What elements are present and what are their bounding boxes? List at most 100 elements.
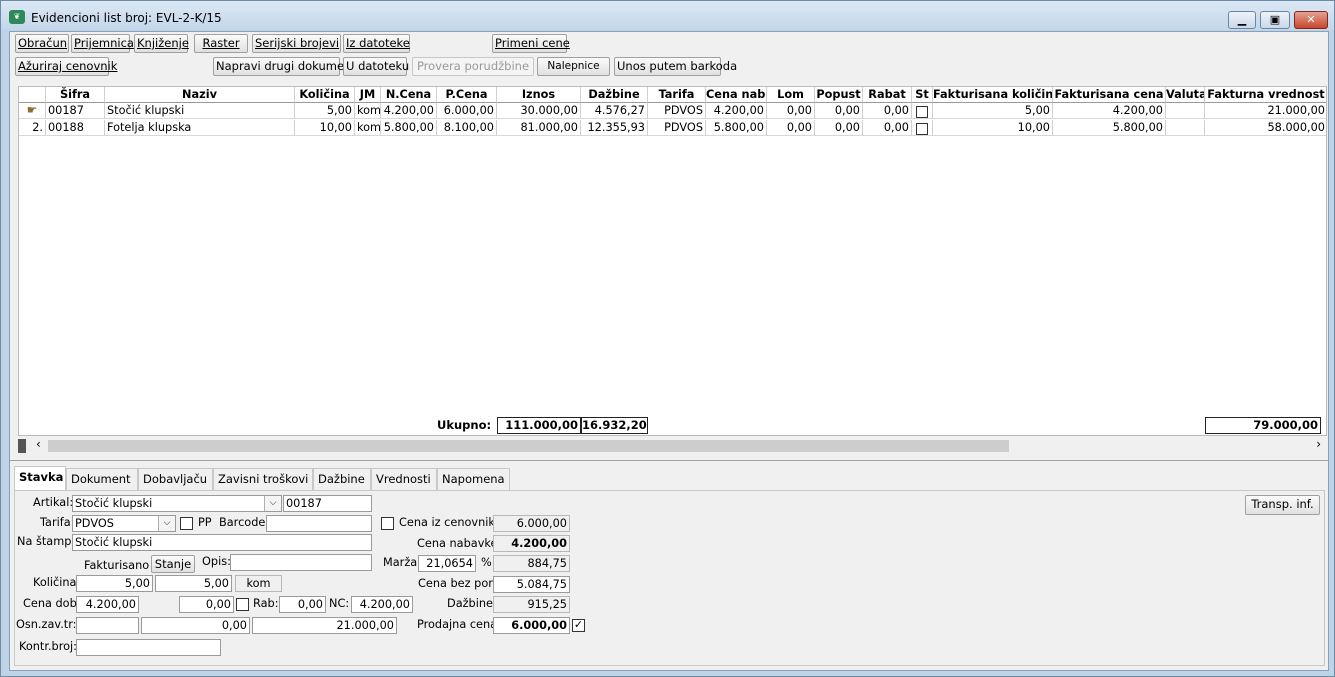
horizontal-scrollbar[interactable]: ‹ › bbox=[18, 437, 1327, 455]
cell-sifra[interactable]: 00188 bbox=[46, 120, 105, 136]
cell-jm[interactable]: kom bbox=[355, 103, 381, 119]
nc-field[interactable]: 4.200,00 bbox=[351, 596, 413, 613]
cell-lom[interactable]: 0,00 bbox=[767, 103, 815, 119]
tab-dokument[interactable]: Dokument bbox=[66, 468, 138, 490]
kontr-broj-field[interactable] bbox=[76, 639, 221, 656]
osn-zav-tr-field[interactable] bbox=[76, 617, 139, 634]
kolicina-field[interactable]: 5,00 bbox=[76, 575, 153, 592]
prodajna-cena-field[interactable]: 6.000,00 bbox=[493, 617, 570, 634]
cell-fakturisana-kolicina[interactable]: 5,00 bbox=[933, 103, 1053, 119]
azuriraj-cenovnik-button[interactable]: Ažuriraj cenovnik bbox=[15, 57, 117, 76]
scroll-right-icon[interactable]: › bbox=[1316, 437, 1321, 451]
artikal-select[interactable]: Stočić klupski ⌵ bbox=[72, 495, 282, 512]
cell-tarifa[interactable]: PDVOS bbox=[648, 120, 706, 136]
artikal-code-field[interactable]: 00187 bbox=[283, 495, 372, 512]
cell-kolicina[interactable]: 10,00 bbox=[295, 120, 355, 136]
col-header-tarifa[interactable]: Tarifa bbox=[648, 87, 706, 103]
raster-button[interactable]: Raster bbox=[194, 34, 248, 53]
cell-valuta[interactable] bbox=[1166, 120, 1205, 136]
osn-zav-tr-2-field[interactable]: 0,00 bbox=[141, 617, 250, 634]
cell-ncena[interactable]: 4.200,00 bbox=[381, 103, 437, 119]
cell-fakturisana-cena[interactable]: 5.800,00 bbox=[1053, 120, 1166, 136]
na-stampi-field[interactable]: Stočić klupski bbox=[72, 534, 372, 551]
u-datoteku-button[interactable]: U datoteku bbox=[343, 57, 409, 76]
osn-zav-tr-3-field[interactable]: 21.000,00 bbox=[252, 617, 397, 634]
cell-naziv[interactable]: Stočić klupski bbox=[105, 103, 295, 119]
iz-datoteke-button[interactable]: Iz datoteke bbox=[343, 34, 410, 53]
cell-rabat[interactable]: 0,00 bbox=[863, 120, 912, 136]
napravi-drugi-dokument-button[interactable]: Napravi drugi dokument bbox=[213, 57, 356, 76]
minimize-icon[interactable]: ▁ bbox=[1228, 11, 1256, 29]
cell-iznos[interactable]: 81.000,00 bbox=[497, 120, 581, 136]
cell-cena-nab[interactable]: 5.800,00 bbox=[706, 120, 767, 136]
prodajna-cena-checkbox[interactable]: ✓ bbox=[572, 619, 585, 632]
scroll-left-icon[interactable]: ‹ bbox=[36, 437, 41, 451]
barcode-field[interactable] bbox=[266, 515, 372, 532]
tab-dazbine[interactable]: Dažbine bbox=[313, 468, 371, 490]
kolicina-fakturisano-field[interactable]: 5,00 bbox=[155, 575, 232, 592]
cell-pcena[interactable]: 6.000,00 bbox=[437, 103, 497, 119]
col-header-fakturisana-kolicina[interactable]: Fakturisana količina bbox=[933, 87, 1053, 103]
close-icon[interactable]: ✕ bbox=[1294, 11, 1328, 29]
cena-dob-field[interactable]: 4.200,00 bbox=[76, 596, 139, 613]
col-header-st[interactable]: St bbox=[912, 87, 933, 103]
cell-lom[interactable]: 0,00 bbox=[767, 120, 815, 136]
cena-dob-2-field[interactable]: 0,00 bbox=[179, 596, 234, 613]
col-header-pcena[interactable]: P.Cena bbox=[437, 87, 497, 103]
cell-pcena[interactable]: 8.100,00 bbox=[437, 120, 497, 136]
knjizenje-button[interactable]: Knjiženje bbox=[134, 34, 189, 53]
tab-vrednosti[interactable]: Vrednosti bbox=[371, 468, 437, 490]
cell-jm[interactable]: kom bbox=[355, 120, 381, 136]
cell-iznos[interactable]: 30.000,00 bbox=[497, 103, 581, 119]
col-header-lom[interactable]: Lom bbox=[767, 87, 815, 103]
cena-iz-cenovnika-checkbox[interactable] bbox=[381, 517, 394, 530]
cell-fakturna-vrednost[interactable]: 58.000,00 bbox=[1205, 120, 1326, 136]
cell-dazbine[interactable]: 4.576,27 bbox=[581, 103, 648, 119]
opis-field[interactable] bbox=[230, 554, 372, 571]
nalepnice-button[interactable]: Nalepnice bbox=[537, 57, 610, 76]
rab-checkbox[interactable] bbox=[236, 598, 249, 611]
tab-zavisni-troskovi[interactable]: Zavisni troškovi bbox=[213, 468, 313, 490]
tab-stavka[interactable]: Stavka bbox=[14, 466, 66, 490]
provera-porudzbine-button[interactable]: Provera porudžbine bbox=[412, 57, 534, 76]
tab-dobavljacu[interactable]: Dobavljaču bbox=[138, 468, 213, 490]
col-header-sifra[interactable]: Šifra bbox=[46, 87, 105, 103]
cell-ncena[interactable]: 5.800,00 bbox=[381, 120, 437, 136]
cell-sifra[interactable]: 00187 bbox=[46, 103, 105, 119]
cell-cena-nab[interactable]: 4.200,00 bbox=[706, 103, 767, 119]
col-header-iznos[interactable]: Iznos bbox=[497, 87, 581, 103]
cell-st-checkbox[interactable] bbox=[912, 103, 933, 119]
cell-kolicina[interactable]: 5,00 bbox=[295, 103, 355, 119]
tarifa-select[interactable]: PDVOS ⌵ bbox=[72, 515, 176, 532]
cell-dazbine[interactable]: 12.355,93 bbox=[581, 120, 648, 136]
col-header-jm[interactable]: JM bbox=[355, 87, 381, 103]
primeni-cene-button[interactable]: Primeni cene bbox=[492, 34, 570, 53]
unos-putem-barkoda-button[interactable]: Unos putem barkoda bbox=[614, 57, 737, 76]
col-header-popust[interactable]: Popust bbox=[815, 87, 863, 103]
col-header-fakturna-vrednost[interactable]: Fakturna vrednost bbox=[1205, 87, 1326, 103]
maximize-icon[interactable]: ▣ bbox=[1260, 11, 1290, 29]
chevron-down-icon[interactable]: ⌵ bbox=[158, 516, 175, 531]
cell-fakturisana-kolicina[interactable]: 10,00 bbox=[933, 120, 1053, 136]
pp-checkbox[interactable] bbox=[180, 517, 193, 530]
stanje-button[interactable]: Stanje bbox=[151, 555, 195, 573]
cell-st-checkbox[interactable] bbox=[912, 120, 933, 136]
rab-field[interactable]: 0,00 bbox=[279, 596, 326, 613]
cell-rabat[interactable]: 0,00 bbox=[863, 103, 912, 119]
cell-popust[interactable]: 0,00 bbox=[815, 103, 863, 119]
cell-fakturisana-cena[interactable]: 4.200,00 bbox=[1053, 103, 1166, 119]
transp-inf-button[interactable]: Transp. inf. bbox=[1245, 495, 1320, 515]
chevron-down-icon[interactable]: ⌵ bbox=[264, 496, 281, 511]
marza-field[interactable]: 21,0654 bbox=[418, 555, 476, 572]
col-header-cena-nab[interactable]: Cena nab. bbox=[706, 87, 767, 103]
cell-fakturna-vrednost[interactable]: 21.000,00 bbox=[1205, 103, 1326, 119]
obracun-button[interactable]: Obračun bbox=[15, 34, 69, 53]
serijski-brojevi-button[interactable]: Serijski brojevi bbox=[252, 34, 341, 53]
col-header-naziv[interactable]: Naziv bbox=[105, 87, 295, 103]
prijemnica-button[interactable]: Prijemnica bbox=[71, 34, 134, 53]
col-header-kolicina[interactable]: Količina bbox=[295, 87, 355, 103]
col-header-ncena[interactable]: N.Cena bbox=[381, 87, 437, 103]
col-header-dazbine[interactable]: Dažbine bbox=[581, 87, 648, 103]
cell-naziv[interactable]: Fotelja klupska bbox=[105, 120, 295, 136]
col-header-rabat[interactable]: Rabat bbox=[863, 87, 912, 103]
